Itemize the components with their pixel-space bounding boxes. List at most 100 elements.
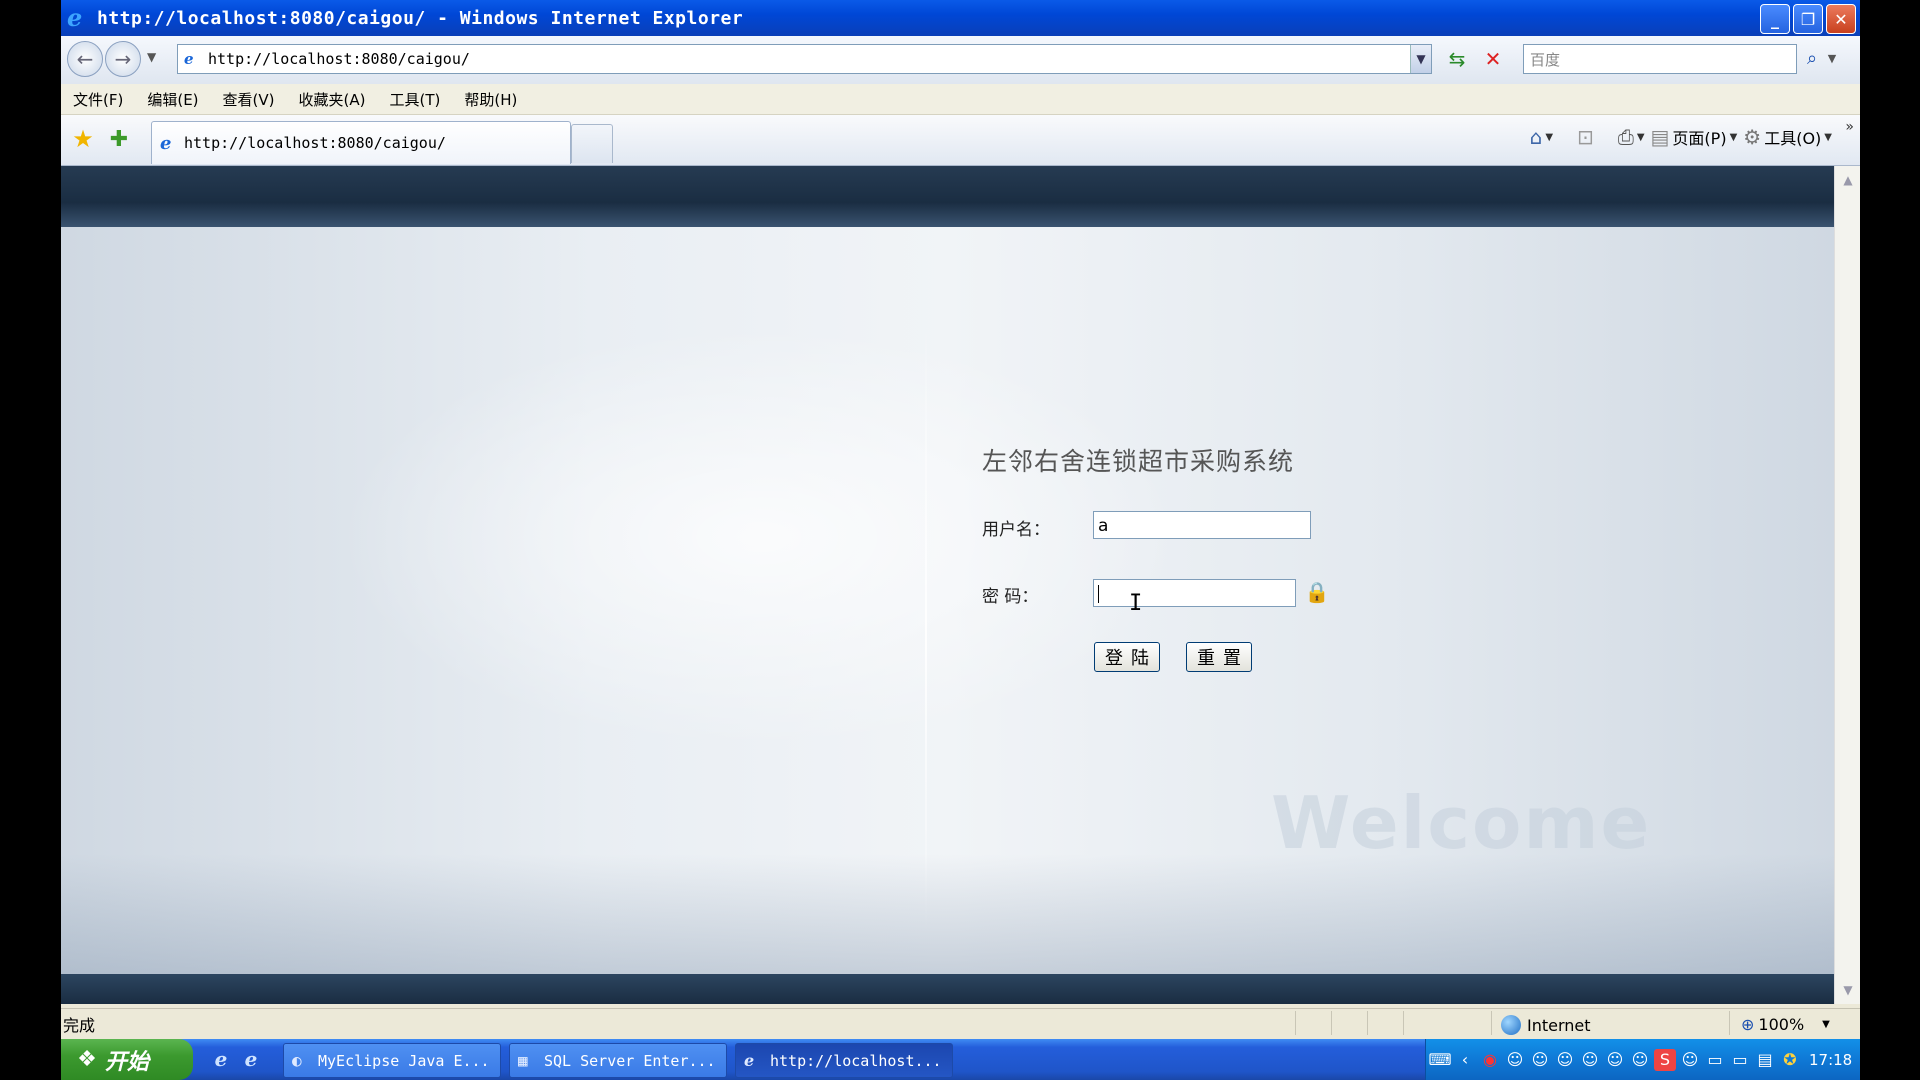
taskbar: ❖ 开始 e e ◐ MyEclipse Java E... ▦ SQL Ser… xyxy=(61,1039,1860,1080)
home-button[interactable]: ⌂ ▼ xyxy=(1530,125,1553,149)
eclipse-icon: ◐ xyxy=(292,1051,302,1070)
address-row: ← → ▼ e http://localhost:8080/caigou/ ▼ … xyxy=(61,36,1860,84)
command-bar: ⌂ ▼ ⊡ ⎙ ▼ ▤ 页面(P) ▼ ⚙ 工具(O) ▼ xyxy=(1530,125,1852,149)
favorites-center-button[interactable]: ★ xyxy=(69,125,97,153)
window-title: http://localhost:8080/caigou/ - Windows … xyxy=(97,7,744,29)
feeds-button[interactable]: ⊡ xyxy=(1577,125,1594,149)
page-icon: e xyxy=(184,50,194,68)
gear-icon: ⚙ xyxy=(1743,125,1762,149)
clock: 17:18 xyxy=(1809,1050,1853,1069)
chevron-down-icon: ▼ xyxy=(1822,1019,1830,1030)
qq-icon[interactable]: ☺ xyxy=(1679,1049,1701,1071)
star-icon: ★ xyxy=(72,125,94,153)
tools-menu-label: 工具(O) xyxy=(1764,129,1822,148)
qq-icon[interactable]: ☺ xyxy=(1629,1049,1651,1071)
title-bar: e http://localhost:8080/caigou/ - Window… xyxy=(61,0,1860,36)
menu-bar: 文件(F) 编辑(E) 查看(V) 收藏夹(A) 工具(T) 帮助(H) xyxy=(61,84,1860,115)
minimize-button[interactable]: _ xyxy=(1760,4,1790,34)
sql-agent-icon[interactable]: ▤ xyxy=(1754,1049,1776,1071)
sogou-icon[interactable]: S xyxy=(1654,1048,1676,1071)
password-input[interactable] xyxy=(1093,579,1296,607)
restore-button[interactable]: ❐ xyxy=(1793,4,1823,34)
welcome-watermark: Welcome xyxy=(1271,781,1652,865)
ie-alt-quicklaunch-icon[interactable]: e xyxy=(239,1047,263,1071)
address-url[interactable]: http://localhost:8080/caigou/ xyxy=(208,50,470,68)
qq-icon[interactable]: ☺ xyxy=(1579,1049,1601,1071)
qq-icon[interactable]: ☺ xyxy=(1554,1049,1576,1071)
browser-window: e http://localhost:8080/caigou/ - Window… xyxy=(61,0,1860,1080)
search-icon: ⌕ xyxy=(1806,47,1818,69)
menu-help[interactable]: 帮助(H) xyxy=(464,89,517,110)
tab-row: ★ ✚ e http://localhost:8080/caigou/ ⌂ ▼ … xyxy=(61,115,1860,166)
keyboard-icon[interactable]: ⌨ xyxy=(1428,1049,1451,1071)
home-icon: ⌂ xyxy=(1529,125,1543,149)
header-banner xyxy=(61,166,1834,227)
search-input[interactable]: 百度 xyxy=(1523,44,1797,74)
more-commands-icon[interactable]: » xyxy=(1845,119,1854,135)
rss-icon: ⊡ xyxy=(1577,125,1594,149)
chevron-down-icon: ▼ xyxy=(1824,131,1832,143)
window-controls: _ ❐ ✕ xyxy=(1760,4,1856,34)
login-button[interactable]: 登陆 xyxy=(1094,642,1160,672)
taskbar-item-myeclipse[interactable]: ◐ MyEclipse Java E... xyxy=(283,1043,501,1078)
print-button[interactable]: ⎙ ▼ xyxy=(1618,125,1645,149)
stop-button[interactable]: ✕ xyxy=(1479,45,1507,73)
chevron-down-icon: ▼ xyxy=(1636,131,1645,143)
ie-quicklaunch-icon[interactable]: e xyxy=(209,1047,233,1071)
display-icon[interactable]: ▭ xyxy=(1729,1049,1751,1071)
taskbar-item-sqlserver[interactable]: ▦ SQL Server Enter... xyxy=(509,1043,727,1078)
add-to-favorites-button[interactable]: ✚ xyxy=(105,125,133,153)
menu-file[interactable]: 文件(F) xyxy=(73,89,123,110)
text-caret xyxy=(1098,585,1099,603)
ie-icon: e xyxy=(67,3,83,32)
zone-label: Internet xyxy=(1527,1015,1591,1035)
address-field[interactable]: e http://localhost:8080/caigou/ ▼ xyxy=(177,44,1432,74)
address-dropdown-button[interactable]: ▼ xyxy=(1410,45,1431,73)
menu-tools[interactable]: 工具(T) xyxy=(389,89,440,110)
chevron-down-icon: ▼ xyxy=(1729,131,1738,143)
security-zone[interactable]: Internet xyxy=(1501,1015,1591,1035)
tab-current[interactable]: e http://localhost:8080/caigou/ xyxy=(151,121,571,164)
start-label: 开始 xyxy=(105,1049,150,1075)
vertical-scrollbar[interactable]: ▲ ▼ xyxy=(1834,166,1860,1004)
qq-icon[interactable]: ☺ xyxy=(1529,1049,1551,1071)
scroll-down-icon[interactable]: ▼ xyxy=(1838,980,1858,1000)
page-icon: ▤ xyxy=(1650,125,1670,149)
close-button[interactable]: ✕ xyxy=(1826,4,1856,34)
reset-button[interactable]: 重置 xyxy=(1186,642,1252,672)
sql-server-icon: ▦ xyxy=(518,1051,528,1070)
chevron-left-icon[interactable]: ‹ xyxy=(1454,1049,1476,1071)
search-placeholder: 百度 xyxy=(1530,50,1561,69)
ie-icon: e xyxy=(744,1051,755,1070)
scroll-up-icon[interactable]: ▲ xyxy=(1838,170,1858,190)
printer-icon: ⎙ xyxy=(1617,125,1634,149)
zoom-level: 100% xyxy=(1758,1015,1805,1034)
text-cursor-icon: I xyxy=(1129,591,1143,616)
page-content: 左邻右舍连锁超市采购系统 用户名： a 密 码： 🔒 I 登陆 重置 Welco… xyxy=(61,166,1834,1004)
taskbar-item-ie[interactable]: e http://localhost... xyxy=(735,1043,953,1078)
recent-pages-dropdown[interactable]: ▼ xyxy=(147,50,156,64)
page-menu-button[interactable]: ▤ 页面(P) ▼ xyxy=(1651,125,1738,149)
network-icon[interactable]: ◉ xyxy=(1479,1049,1501,1071)
new-tab-button[interactable] xyxy=(571,124,613,163)
display-icon[interactable]: ▭ xyxy=(1704,1049,1726,1071)
system-title: 左邻右舍连锁超市采购系统 xyxy=(982,447,1295,476)
menu-view[interactable]: 查看(V) xyxy=(223,89,275,110)
tools-menu-button[interactable]: ⚙ 工具(O) ▼ xyxy=(1743,125,1832,149)
update-icon[interactable]: ✪ xyxy=(1779,1049,1801,1071)
search-button[interactable]: ⌕ xyxy=(1801,45,1823,71)
qq-icon[interactable]: ☺ xyxy=(1604,1049,1626,1071)
start-button[interactable]: ❖ 开始 xyxy=(61,1039,193,1080)
refresh-button[interactable]: ⇆ xyxy=(1443,45,1471,73)
zoom-control[interactable]: ⊕ 100% ▼ xyxy=(1741,1015,1830,1034)
menu-favorites[interactable]: 收藏夹(A) xyxy=(299,89,366,110)
globe-icon xyxy=(1501,1015,1521,1035)
page-menu-label: 页面(P) xyxy=(1672,129,1727,148)
lock-icon: 🔒 xyxy=(1304,580,1330,604)
qq-icon[interactable]: ☺ xyxy=(1504,1049,1526,1071)
back-button[interactable]: ← xyxy=(67,41,103,77)
menu-edit[interactable]: 编辑(E) xyxy=(147,89,198,110)
username-input[interactable]: a xyxy=(1093,511,1311,539)
search-options-dropdown[interactable]: ▼ xyxy=(1825,45,1839,71)
forward-button[interactable]: → xyxy=(105,41,141,77)
